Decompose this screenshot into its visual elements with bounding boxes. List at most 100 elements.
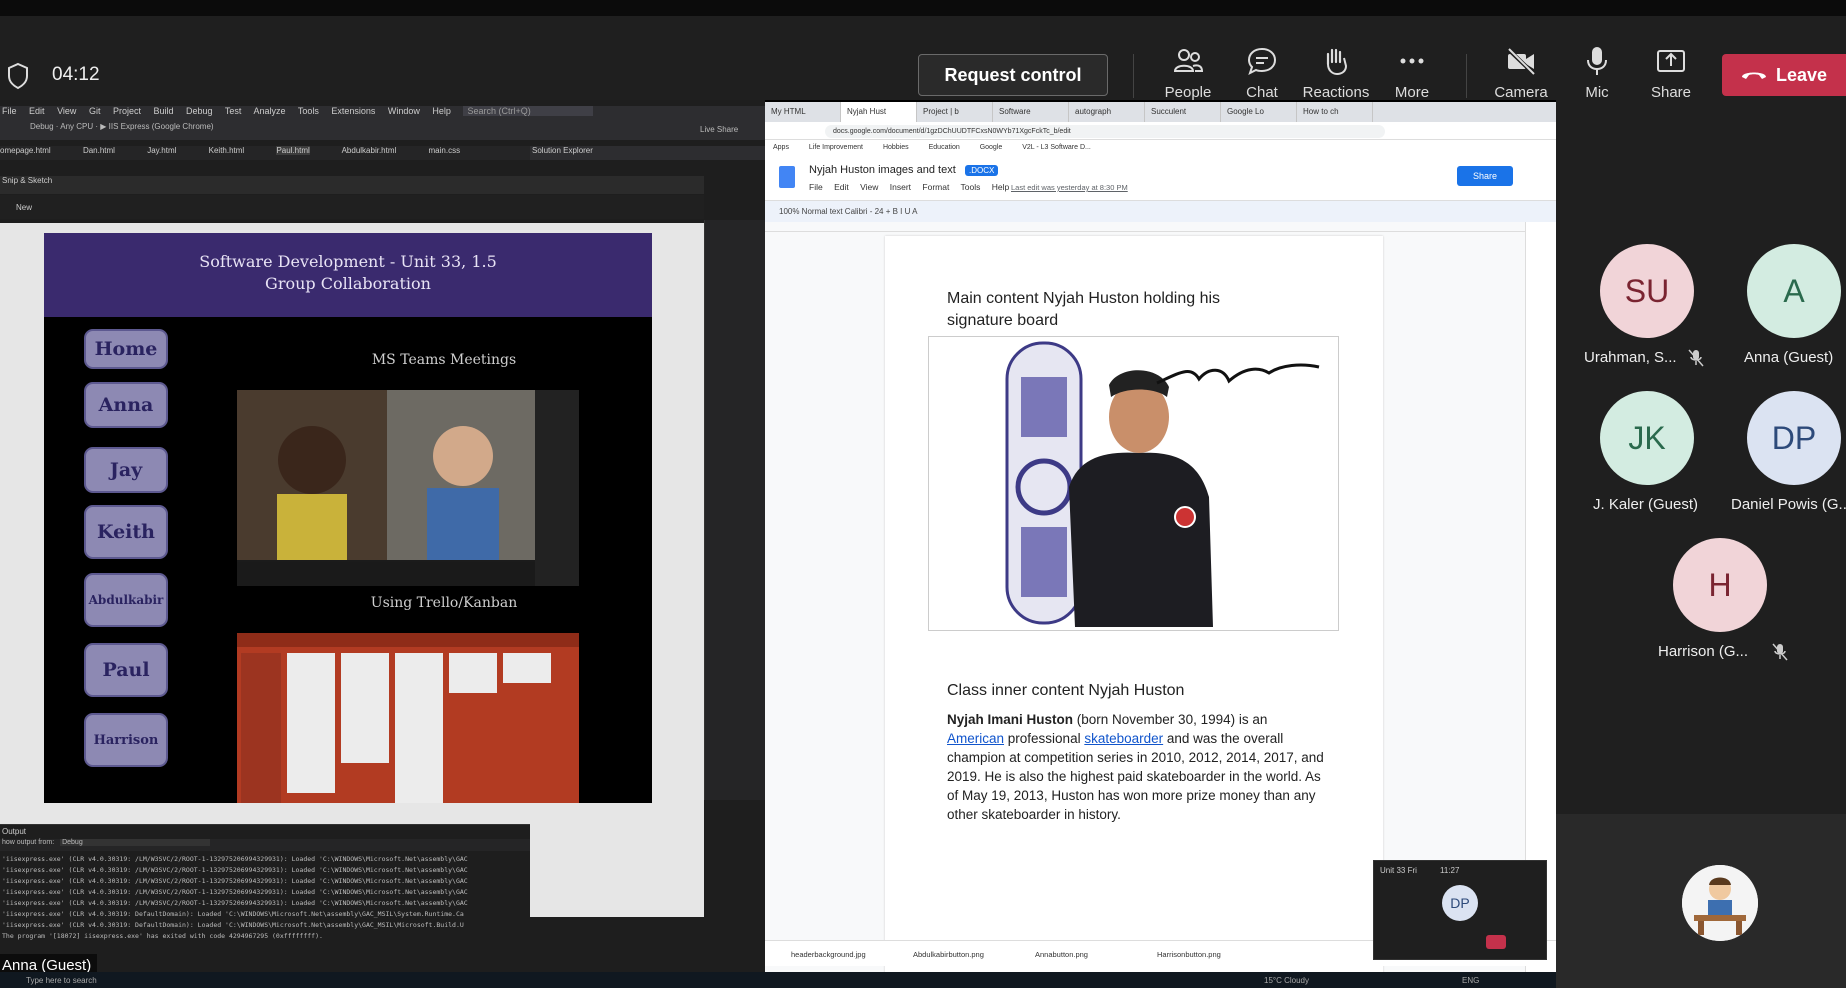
meeting-mini-window[interactable]: Unit 33 Fri 11:27 DP (1373, 860, 1547, 960)
nyjah-huston-image[interactable] (928, 336, 1339, 631)
vs-menu-item[interactable]: Help (432, 106, 451, 116)
camera-label: Camera (1494, 84, 1548, 101)
vs-menu-item[interactable]: Project (113, 106, 141, 116)
output-source-selector[interactable]: how output from: Debug (0, 839, 530, 851)
vs-run-config[interactable]: Debug · Any CPU · ▶ IIS Express (Google … (30, 122, 214, 131)
pip-hangup-button[interactable] (1486, 935, 1506, 949)
request-control-button[interactable]: Request control (918, 54, 1108, 96)
taskbar-search[interactable]: Type here to search (26, 976, 97, 985)
bookmark-item[interactable]: V2L - L3 Software D... (1022, 144, 1091, 151)
vs-menu-item[interactable]: Edit (29, 106, 45, 116)
last-edit-link[interactable]: Last edit was yesterday at 8:30 PM (1011, 183, 1128, 192)
people-label: People (1164, 84, 1212, 101)
vs-tab[interactable]: Keith.html (209, 146, 245, 155)
vs-menu-item[interactable]: Analyze (253, 106, 285, 116)
bookmark-item[interactable]: Apps (773, 144, 789, 151)
people-button[interactable]: People (1148, 44, 1228, 106)
reactions-button[interactable]: Reactions (1296, 44, 1376, 106)
vs-menu-item[interactable]: Debug (186, 106, 213, 116)
download-item[interactable]: Annabutton.png (1035, 950, 1088, 959)
vs-menu-item[interactable]: Test (225, 106, 242, 116)
chrome-tab[interactable]: Project | b (917, 102, 993, 122)
vs-menu-item[interactable]: Tools (298, 106, 319, 116)
vs-menubar: File Edit View Git Project Build Debug T… (0, 106, 765, 122)
participant-avatar-dp[interactable]: DP (1747, 391, 1841, 485)
shield-icon (8, 62, 28, 90)
vs-menu-item[interactable]: View (57, 106, 76, 116)
leave-button[interactable]: Leave (1722, 54, 1846, 96)
bio-text: professional (1004, 731, 1085, 746)
skateboarder-photo (929, 337, 1338, 630)
snip-new-button[interactable]: New (16, 203, 32, 212)
docs-menu-item[interactable]: Format (922, 182, 949, 192)
toolbar-divider (1133, 54, 1134, 98)
vs-search-box[interactable]: Search (Ctrl+Q) (463, 106, 594, 116)
output-from-value[interactable]: Debug (60, 839, 211, 846)
docs-menu-item[interactable]: File (809, 182, 823, 192)
docs-menu-item[interactable]: Tools (961, 182, 981, 192)
share-button[interactable]: Share (1631, 44, 1711, 106)
chrome-tab[interactable]: Succulent (1145, 102, 1221, 122)
bookmark-item[interactable]: Google (980, 144, 1003, 151)
docs-header: Nyjah Huston images and text .DOCX File … (765, 156, 1556, 200)
docx-badge: .DOCX (965, 165, 999, 176)
camera-button[interactable]: Camera (1481, 44, 1561, 106)
vs-menu-item[interactable]: Extensions (331, 106, 375, 116)
vs-editor-tabs: omepage.html Dan.html Jay.html Keith.htm… (0, 146, 530, 160)
log-line: 'iisexpress.exe' (CLR v4.0.30319: /LM/W3… (2, 855, 468, 863)
vs-tab[interactable]: Abdulkabir.html (342, 146, 397, 155)
skateboarder-link[interactable]: skateboarder (1084, 731, 1163, 746)
bookmark-item[interactable]: Life Improvement (809, 144, 863, 151)
vs-menu-item[interactable]: File (2, 106, 17, 116)
google-docs-icon[interactable] (779, 166, 795, 188)
chrome-tab[interactable]: Nyjah Hust (841, 102, 917, 122)
bookmark-item[interactable]: Education (929, 144, 960, 151)
vs-output-pane: Output how output from: Debug 'iisexpres… (0, 824, 530, 960)
docs-menu-item[interactable]: Edit (834, 182, 849, 192)
log-line: 'iisexpress.exe' (CLR v4.0.30319: /LM/W3… (2, 899, 468, 907)
docs-share-button[interactable]: Share (1457, 166, 1513, 186)
chrome-tab[interactable]: My HTML (765, 102, 841, 122)
url-field[interactable]: docs.google.com/document/d/1gzDChUUDTFCx… (825, 125, 1385, 138)
chrome-tab[interactable]: Software (993, 102, 1069, 122)
vs-tab[interactable]: main.css (429, 146, 461, 155)
document-title[interactable]: Nyjah Huston images and text (809, 164, 956, 176)
taskbar-weather: 15°C Cloudy (1264, 976, 1309, 985)
nav-button-jay[interactable]: Jay (84, 447, 168, 493)
chrome-tab[interactable]: autograph (1069, 102, 1145, 122)
docs-toolbar[interactable]: 100% Normal text Calibri - 24 + B I U A (765, 200, 1556, 222)
participant-avatar-h[interactable]: H (1673, 538, 1767, 632)
vs-tab[interactable]: Dan.html (83, 146, 115, 155)
solution-explorer-header[interactable]: Solution Explorer (530, 146, 765, 160)
vs-tab[interactable]: Paul.html (276, 146, 310, 155)
participant-avatar-su[interactable]: SU (1600, 244, 1694, 338)
mic-button[interactable]: Mic (1557, 44, 1637, 106)
download-item[interactable]: headerbackground.jpg (791, 950, 866, 959)
docs-menu-item[interactable]: Help (992, 182, 1009, 192)
vs-menu-item[interactable]: Git (89, 106, 101, 116)
vs-tab[interactable]: Jay.html (147, 146, 176, 155)
participant-avatar-a[interactable]: A (1747, 244, 1841, 338)
document-page[interactable]: Main content Nyjah Huston holding his si… (885, 236, 1383, 988)
chrome-tab[interactable]: Google Lo (1221, 102, 1297, 122)
live-share-button[interactable]: Live Share (700, 125, 738, 134)
vs-tab[interactable]: omepage.html (0, 146, 51, 155)
more-button[interactable]: More (1372, 44, 1452, 106)
docs-menu-item[interactable]: Insert (890, 182, 911, 192)
vs-menu-item[interactable]: Build (154, 106, 174, 116)
nav-button-harrison[interactable]: Harrison (84, 713, 168, 767)
chrome-tab[interactable]: How to ch (1297, 102, 1373, 122)
nav-button-keith[interactable]: Keith (84, 505, 168, 559)
vs-menu-item[interactable]: Window (388, 106, 420, 116)
self-avatar[interactable] (1682, 865, 1758, 941)
bookmark-item[interactable]: Hobbies (883, 144, 909, 151)
chat-button[interactable]: Chat (1222, 44, 1302, 106)
american-link[interactable]: American (947, 731, 1004, 746)
section-heading-teams: MS Teams Meetings (371, 352, 517, 368)
nav-button-anna[interactable]: Anna (84, 382, 168, 428)
nav-button-paul[interactable]: Paul (84, 643, 168, 697)
docs-menu-item[interactable]: View (860, 182, 878, 192)
download-item[interactable]: Harrisonbutton.png (1157, 950, 1221, 959)
download-item[interactable]: Abdulkabirbutton.png (913, 950, 984, 959)
participant-avatar-jk[interactable]: JK (1600, 391, 1694, 485)
